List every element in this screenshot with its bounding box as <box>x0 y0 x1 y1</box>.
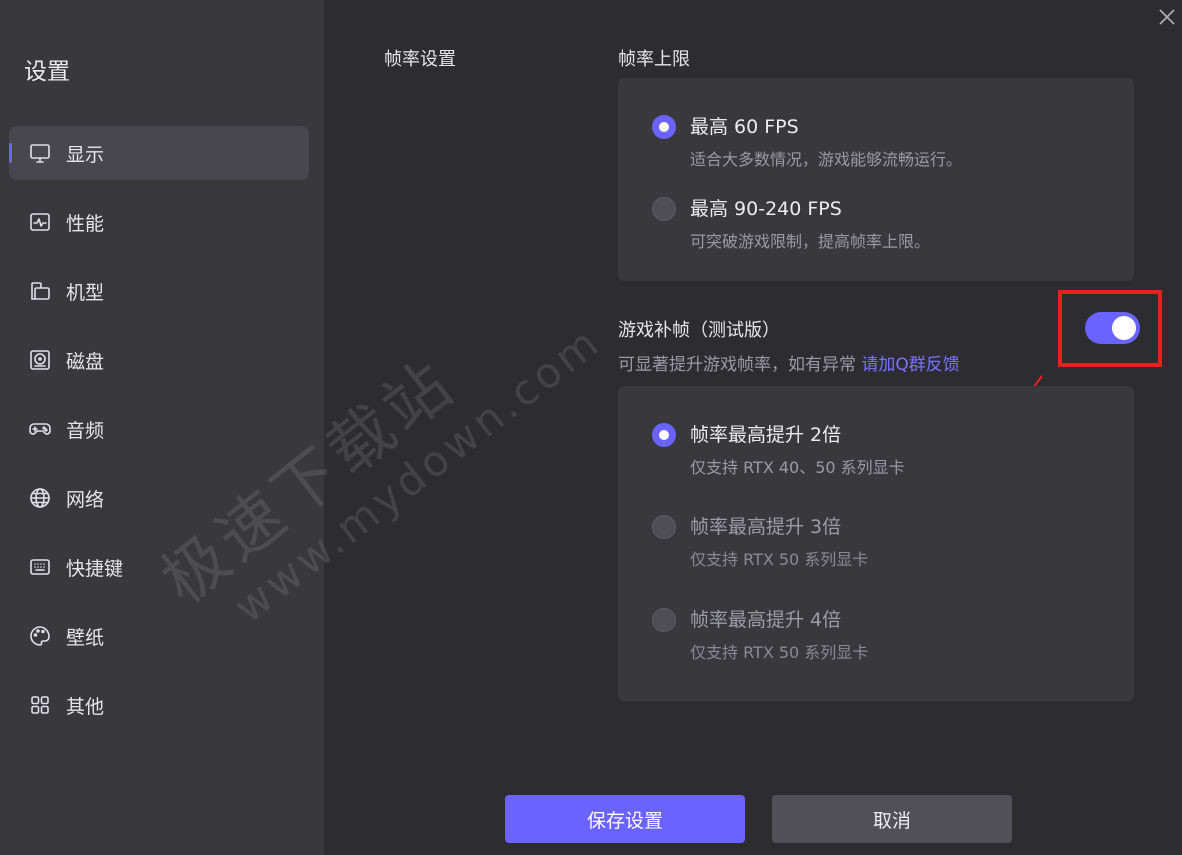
option-desc: 仅支持 RTX 40、50 系列显卡 <box>690 458 905 477</box>
fps-limit-card: 最高 60 FPS 适合大多数情况，游戏能够流畅运行。 最高 90-240 FP… <box>618 78 1134 281</box>
monitor-icon <box>27 140 53 166</box>
disk-icon <box>27 347 53 373</box>
sidebar-item-other[interactable]: 其他 <box>9 678 309 732</box>
grid-icon <box>27 692 53 718</box>
option-title: 帧率最高提升 3倍 <box>690 516 842 538</box>
sidebar-item-label: 性能 <box>66 212 105 235</box>
sidebar-item-wallpaper[interactable]: 壁纸 <box>9 609 309 663</box>
sidebar-title: 设置 <box>24 59 70 85</box>
sidebar-item-disk[interactable]: 磁盘 <box>9 333 309 387</box>
cancel-button[interactable]: 取消 <box>772 795 1012 843</box>
keyboard-icon <box>27 554 53 580</box>
frame-gen-option-2x[interactable]: 帧率最高提升 2倍 仅支持 RTX 40、50 系列显卡 <box>652 422 905 479</box>
save-button[interactable]: 保存设置 <box>505 795 745 843</box>
feedback-link[interactable]: 请加Q群反馈 <box>861 355 959 375</box>
radio-selected[interactable] <box>652 115 676 139</box>
highlight-box <box>1058 290 1162 367</box>
gamepad-icon <box>27 416 53 442</box>
option-title: 最高 60 FPS <box>690 116 799 138</box>
option-desc: 仅支持 RTX 50 系列显卡 <box>690 550 869 569</box>
sidebar-item-device[interactable]: 机型 <box>9 264 309 318</box>
sidebar-item-label: 快捷键 <box>66 557 124 580</box>
close-icon <box>1159 9 1175 25</box>
sidebar-item-label: 其他 <box>66 695 105 718</box>
radio-unselected[interactable] <box>652 608 676 632</box>
sidebar-item-label: 机型 <box>66 281 105 304</box>
frame-gen-card: 帧率最高提升 2倍 仅支持 RTX 40、50 系列显卡 帧率最高提升 3倍 仅… <box>618 386 1134 701</box>
performance-icon <box>27 209 53 235</box>
frame-gen-option-4x[interactable]: 帧率最高提升 4倍 仅支持 RTX 50 系列显卡 <box>652 607 868 664</box>
option-desc: 适合大多数情况，游戏能够流畅运行。 <box>690 150 963 169</box>
sidebar-item-label: 壁纸 <box>66 626 105 649</box>
frame-gen-option-3x[interactable]: 帧率最高提升 3倍 仅支持 RTX 50 系列显卡 <box>652 514 868 571</box>
sidebar-item-label: 磁盘 <box>66 350 105 373</box>
radio-unselected[interactable] <box>652 197 676 221</box>
sidebar-item-audio[interactable]: 音频 <box>9 402 309 456</box>
frame-gen-label: 游戏补帧（测试版） <box>618 320 780 341</box>
device-icon <box>27 278 53 304</box>
close-button[interactable] <box>1156 6 1178 28</box>
sidebar-item-shortcuts[interactable]: 快捷键 <box>9 540 309 594</box>
hint-text: 可显著提升游戏帧率，如有异常 <box>618 355 856 375</box>
globe-icon <box>27 485 53 511</box>
option-title: 最高 90-240 FPS <box>690 198 842 220</box>
fps-option-90-240[interactable]: 最高 90-240 FPS 可突破游戏限制，提高帧率上限。 <box>652 196 930 253</box>
fps-limit-label: 帧率上限 <box>618 49 690 70</box>
radio-unselected[interactable] <box>652 515 676 539</box>
frame-gen-hint: 可显著提升游戏帧率，如有异常 请加Q群反馈 <box>618 350 960 375</box>
fps-option-60[interactable]: 最高 60 FPS 适合大多数情况，游戏能够流畅运行。 <box>652 114 962 171</box>
palette-icon <box>27 623 53 649</box>
sidebar-item-performance[interactable]: 性能 <box>9 195 309 249</box>
sidebar-item-label: 网络 <box>66 488 105 511</box>
option-desc: 可突破游戏限制，提高帧率上限。 <box>690 232 931 251</box>
section-title-frame-rate: 帧率设置 <box>384 49 456 70</box>
sidebar-nav: 显示 性能 机型 磁盘 音频 网络 快捷键 壁纸 其他 <box>9 126 309 747</box>
sidebar: 设置 显示 性能 机型 磁盘 音频 网络 快捷键 壁纸 其他 <box>0 0 324 855</box>
sidebar-item-display[interactable]: 显示 <box>9 126 309 180</box>
sidebar-item-label: 音频 <box>66 419 105 442</box>
sidebar-item-label: 显示 <box>66 143 105 166</box>
radio-selected[interactable] <box>652 423 676 447</box>
option-desc: 仅支持 RTX 50 系列显卡 <box>690 643 869 662</box>
sidebar-item-network[interactable]: 网络 <box>9 471 309 525</box>
option-title: 帧率最高提升 2倍 <box>690 424 842 446</box>
option-title: 帧率最高提升 4倍 <box>690 609 842 631</box>
